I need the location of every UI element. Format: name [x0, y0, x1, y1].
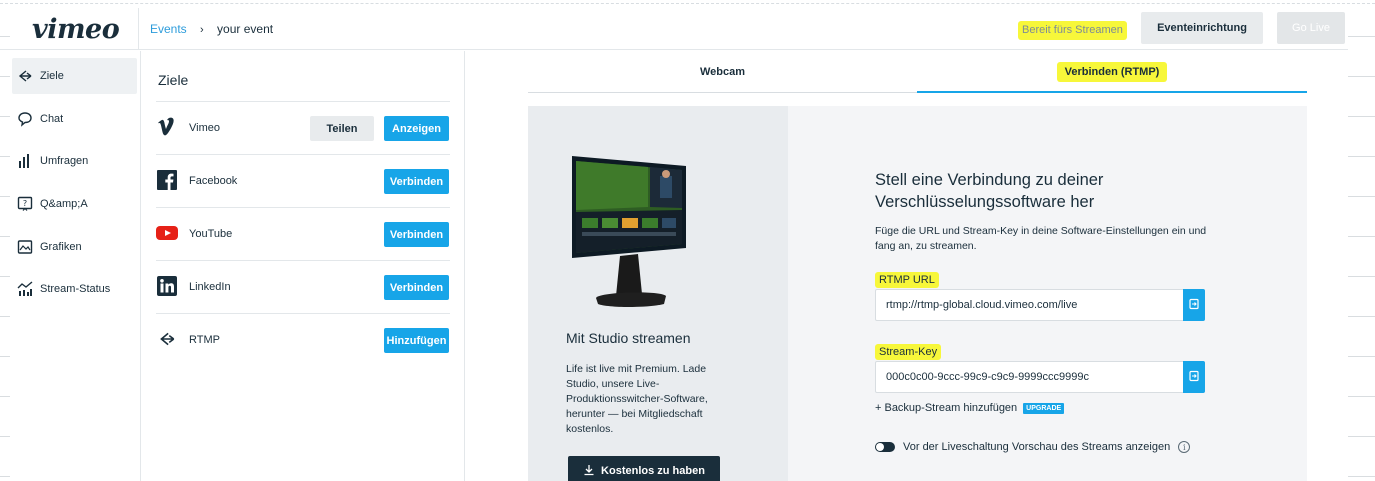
youtube-icon — [156, 222, 178, 244]
chevron-right-icon: › — [200, 24, 204, 36]
chat-icon — [16, 110, 34, 128]
sidebar-item-label: Umfragen — [40, 155, 89, 167]
copy-rtmp-url-button[interactable] — [1183, 289, 1205, 321]
tab-webcam[interactable]: Webcam — [528, 51, 917, 93]
add-backup-stream-label: + Backup-Stream hinzufügen — [875, 402, 1018, 414]
sidebar-item-label: Grafiken — [40, 241, 82, 253]
tab-rtmp[interactable]: Verbinden (RTMP) — [917, 51, 1307, 93]
stream-status-icon — [16, 280, 34, 298]
sidebar-item-ziele[interactable]: Ziele — [12, 58, 137, 94]
copy-icon — [1188, 370, 1200, 385]
rtmp-connect-panel: Stell eine Verbindung zu deiner Verschlü… — [788, 106, 1307, 481]
stream-key-field[interactable] — [875, 361, 1205, 393]
destination-row-linkedin: LinkedIn Verbinden — [156, 260, 450, 313]
breadcrumb-events-link[interactable]: Events — [150, 22, 187, 36]
download-free-button[interactable]: Kostenlos zu haben — [568, 456, 720, 481]
sidebar-item-chat[interactable]: Chat — [12, 101, 137, 137]
preview-toggle-row: Vor der Liveschaltung Vorschau des Strea… — [875, 441, 1191, 453]
guide-line — [0, 3, 1375, 4]
sidebar-item-stream-status[interactable]: Stream-Status — [12, 271, 137, 307]
destination-row-rtmp: RTMP Hinzufügen — [156, 313, 450, 366]
info-icon[interactable]: i — [1178, 441, 1191, 453]
download-free-label: Kostenlos zu haben — [601, 465, 705, 477]
event-setup-button[interactable]: Eventeinrichtung — [1141, 12, 1263, 44]
sidebar-item-label: Stream-Status — [40, 283, 111, 295]
preview-toggle[interactable] — [875, 442, 895, 452]
connect-title: Stell eine Verbindung zu deiner Verschlü… — [875, 171, 1104, 211]
vimeo-icon — [156, 116, 178, 138]
qa-icon: ? — [16, 195, 34, 213]
stream-setup-panel: Webcam Verbinden (RTMP) Mit Studio strea… — [466, 51, 1348, 481]
destination-row-youtube: YouTube Verbinden — [156, 207, 450, 260]
destinations-title: Ziele — [158, 72, 189, 88]
svg-text:?: ? — [23, 199, 27, 208]
sidebar-item-label: Chat — [40, 113, 64, 125]
studio-monitor-image — [572, 156, 686, 307]
upgrade-badge: UPGRADE — [1023, 402, 1065, 414]
studio-description: Life ist live mit Premium. Lade Studio, … — [566, 363, 708, 435]
copy-icon — [1188, 298, 1200, 313]
tab-label: Verbinden (RTMP) — [1056, 62, 1168, 82]
destinations-list: Vimeo Teilen Anzeigen Facebook Verbinden… — [156, 101, 450, 366]
tab-bar: Webcam Verbinden (RTMP) — [528, 51, 1307, 93]
vimeo-share-button[interactable]: Teilen — [310, 116, 374, 141]
sidebar-item-qa[interactable]: ? Q&amp;A — [12, 186, 137, 222]
studio-promo: Mit Studio streamen Life ist live mit Pr… — [528, 106, 788, 481]
guide-line — [1348, 0, 1375, 481]
stream-ready-status: Bereit fürs Streamen — [1018, 21, 1127, 40]
breadcrumb: Events › your event — [150, 22, 273, 36]
breadcrumb-current: your event — [217, 22, 274, 36]
add-backup-stream[interactable]: + Backup-Stream hinzufügen UPGRADE — [875, 402, 1065, 414]
facebook-icon — [156, 169, 178, 191]
rtmp-icon — [16, 67, 34, 85]
stream-key-label: Stream-Key — [875, 344, 942, 360]
linkedin-icon — [156, 275, 178, 297]
destination-label: YouTube — [189, 228, 233, 240]
linkedin-connect-button[interactable]: Verbinden — [384, 275, 449, 300]
sidebar-item-polls[interactable]: Umfragen — [12, 143, 137, 179]
sidebar-item-label: Q&amp;A — [40, 198, 88, 210]
destination-row-facebook: Facebook Verbinden — [156, 154, 450, 207]
destination-label: Vimeo — [189, 122, 220, 134]
sidebar: Ziele Chat Umfragen ? Q&amp;A Grafiken S… — [0, 51, 141, 481]
rtmp-add-button[interactable]: Hinzufügen — [384, 328, 449, 353]
copy-stream-key-button[interactable] — [1183, 361, 1205, 393]
rtmp-url-field[interactable] — [875, 289, 1205, 321]
connect-description: Füge die URL und Stream-Key in deine Sof… — [875, 225, 1207, 252]
destinations-panel: Ziele Vimeo Teilen Anzeigen Facebook Ver… — [141, 51, 465, 481]
youtube-connect-button[interactable]: Verbinden — [384, 222, 449, 247]
destination-label: LinkedIn — [189, 281, 231, 293]
sidebar-item-graphics[interactable]: Grafiken — [12, 229, 137, 265]
go-live-button[interactable]: Go Live — [1277, 12, 1345, 44]
vimeo-logo[interactable]: vimeo — [32, 14, 120, 45]
top-bar: vimeo Events › your event Bereit fürs St… — [0, 8, 1348, 50]
destination-row-vimeo: Vimeo Teilen Anzeigen — [156, 101, 450, 154]
destination-label: RTMP — [189, 334, 220, 346]
destination-label: Facebook — [189, 175, 238, 187]
studio-title: Mit Studio streamen — [566, 330, 691, 346]
poll-icon — [16, 152, 34, 170]
vimeo-show-button[interactable]: Anzeigen — [384, 116, 449, 141]
graphics-icon — [16, 238, 34, 256]
divider — [138, 8, 139, 50]
rtmp-icon — [156, 328, 178, 350]
sidebar-item-label: Ziele — [40, 70, 64, 82]
preview-toggle-label: Vor der Liveschaltung Vorschau des Strea… — [903, 441, 1171, 453]
rtmp-url-label: RTMP URL — [875, 272, 939, 288]
facebook-connect-button[interactable]: Verbinden — [384, 169, 449, 194]
download-icon — [583, 464, 595, 479]
